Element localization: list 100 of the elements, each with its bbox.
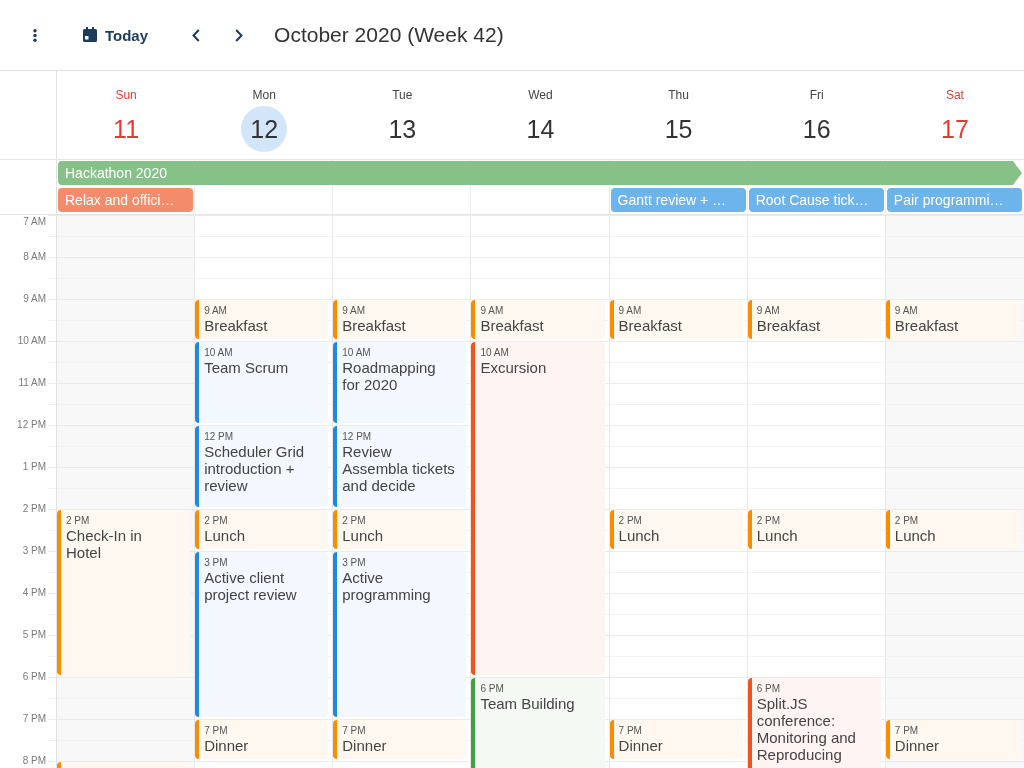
event-time: 6 PM (756, 683, 782, 695)
event-title: Active client project review (204, 569, 298, 603)
event-time: 10 AM (480, 347, 510, 359)
hour-label: 8 PM (22, 755, 46, 767)
day-number: 16 (802, 116, 831, 142)
event-title: Breakfast (618, 317, 682, 334)
hour-label: 12 PM (17, 419, 46, 431)
hour-label: 7 PM (22, 713, 46, 725)
event-time: 9 AM (894, 305, 919, 317)
day-number: 11 (113, 116, 140, 142)
hour-label: 5 PM (22, 629, 46, 641)
event-time: 2 PM (618, 515, 643, 527)
event-time: 7 PM (618, 725, 643, 737)
event-card[interactable]: 7 PM Dinner (885, 720, 1020, 759)
day-number: 12 (250, 116, 279, 142)
event-card[interactable]: 6 PM Split.JS conference: Monitoring and Reproducing (747, 678, 881, 768)
event-time: 2 PM (342, 515, 367, 527)
event-card[interactable]: 2 PM Lunch (747, 510, 881, 549)
chevron-left-icon (192, 28, 201, 42)
event-card[interactable]: 9 AM Breakfast (609, 300, 743, 339)
hour-label: 3 PM (22, 545, 46, 557)
event-card[interactable]: 2 PM Lunch (333, 510, 467, 549)
event-title: Breakfast (756, 317, 821, 334)
event-card[interactable]: 7 PM Dinner (195, 720, 329, 759)
event-time: 9 AM (618, 305, 643, 317)
event-card[interactable]: 9 AM Breakfast (333, 300, 467, 339)
event-card[interactable]: 7 PM Dinner (609, 720, 743, 759)
event-title: Breakfast (204, 317, 268, 334)
event-card[interactable]: 2 PM Lunch (195, 510, 329, 549)
hour-label: 4 PM (22, 587, 46, 599)
event-title: Split.JS conference: Monitoring and Reproducing (756, 695, 857, 763)
event-title: Dinner (894, 737, 940, 754)
event-title: Lunch (756, 527, 798, 544)
day-name: Sun (115, 88, 137, 102)
event-title: Breakfast (894, 317, 959, 334)
event-title: Breakfast (480, 317, 544, 334)
event-time: 9 AM (480, 305, 505, 317)
hour-label: 2 PM (22, 503, 46, 515)
event-title: Lunch (618, 527, 660, 544)
hour-label: 6 PM (22, 671, 46, 683)
day-number: 14 (526, 116, 555, 142)
period-title: October 2020 (Week 42) (274, 23, 504, 47)
today-button[interactable]: Today (78, 20, 154, 50)
event-title: Check-In in Hotel (66, 527, 143, 561)
hour-label: 9 AM (23, 293, 46, 305)
event-time: 2 PM (756, 515, 782, 527)
event-card[interactable]: 9 AM Breakfast (195, 300, 329, 339)
day-number: 13 (388, 116, 417, 142)
event-card[interactable]: 12 PM Review Assembla tickets and decide (333, 426, 467, 507)
event-card[interactable]: 3 PM Active client project review (195, 552, 329, 717)
event-time: 12 PM (342, 431, 373, 443)
event-card[interactable]: 10 AM Excursion (471, 342, 605, 675)
event-time: 7 PM (894, 725, 920, 737)
event-card[interactable]: 7 PM Dinner (333, 720, 467, 759)
day-name: Thu (668, 88, 689, 102)
event-title: Dinner (618, 737, 663, 754)
event-card[interactable]: 10 AM Team Scrum (195, 342, 329, 423)
event-time: 6 PM (480, 683, 505, 695)
event-time: 10 AM (204, 347, 234, 359)
event-title: Review Assembla tickets and decide (342, 443, 456, 494)
event-card[interactable]: 6 PM Team Building (471, 678, 605, 768)
event-time: 2 PM (66, 515, 91, 527)
event-title: Lunch (204, 527, 245, 544)
day-name: Sat (945, 88, 964, 102)
chevron-right-icon (235, 28, 244, 42)
day-name: Tue (392, 88, 413, 102)
day-name: Mon (252, 88, 276, 102)
hour-label: 11 AM (18, 377, 46, 389)
event-time: 3 PM (342, 557, 367, 569)
event-title: Lunch (342, 527, 384, 544)
event-title: Scheduler Grid introduction + review (204, 443, 306, 494)
event-time: 9 AM (342, 305, 367, 317)
event-card[interactable]: 3 PM Active programming (333, 552, 467, 717)
event-time: 2 PM (894, 515, 920, 527)
event-title: Roadmapping for 2020 (342, 359, 437, 393)
event-time: 12 PM (204, 431, 235, 443)
event-card[interactable]: 2 PM Check-In in Hotel (57, 510, 191, 675)
event-card[interactable]: 9 AM Breakfast (747, 300, 881, 339)
event-time: 9 AM (204, 305, 228, 317)
event-card[interactable]: 12 PM Scheduler Grid introduction + review (195, 426, 329, 507)
event-time: 7 PM (342, 725, 367, 737)
day-number: 17 (941, 116, 969, 142)
event-card[interactable]: 9 AM Breakfast (471, 300, 605, 339)
event-title: Breakfast (342, 317, 406, 334)
kebab-menu-icon (33, 28, 37, 42)
hour-label: 1 PM (22, 461, 46, 473)
event-title: Team Scrum (204, 359, 289, 376)
hour-label: 8 AM (23, 251, 46, 263)
event-card[interactable]: 2 PM Lunch (885, 510, 1020, 549)
event-time: 2 PM (204, 515, 229, 527)
event-title: Active programming (342, 569, 432, 603)
event-card[interactable]: 10 AM Roadmapping for 2020 (333, 342, 467, 423)
hour-label: 10 AM (17, 335, 46, 347)
event-title: Dinner (342, 737, 387, 754)
event-card[interactable]: 9 AM Breakfast (885, 300, 1020, 339)
event-title: Lunch (894, 527, 936, 544)
hour-label: 7 AM (23, 216, 46, 228)
event-time: 3 PM (204, 557, 229, 569)
event-card[interactable]: 2 PM Lunch (609, 510, 743, 549)
day-name: Wed (528, 88, 553, 102)
